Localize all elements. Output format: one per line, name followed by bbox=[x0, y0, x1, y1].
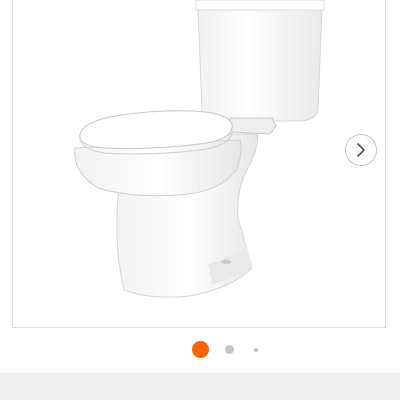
toilet-tank bbox=[195, 0, 325, 122]
chevron-right-icon bbox=[357, 143, 365, 157]
pagination-dot[interactable] bbox=[254, 348, 258, 352]
next-image-button[interactable] bbox=[345, 134, 377, 166]
image-pagination bbox=[0, 340, 400, 360]
pagination-dot-active[interactable] bbox=[192, 341, 209, 358]
bottom-section-background bbox=[0, 373, 400, 400]
product-image-toilet[interactable] bbox=[0, 0, 400, 330]
pagination-dot[interactable] bbox=[225, 345, 234, 354]
toilet-hinge bbox=[229, 117, 277, 135]
